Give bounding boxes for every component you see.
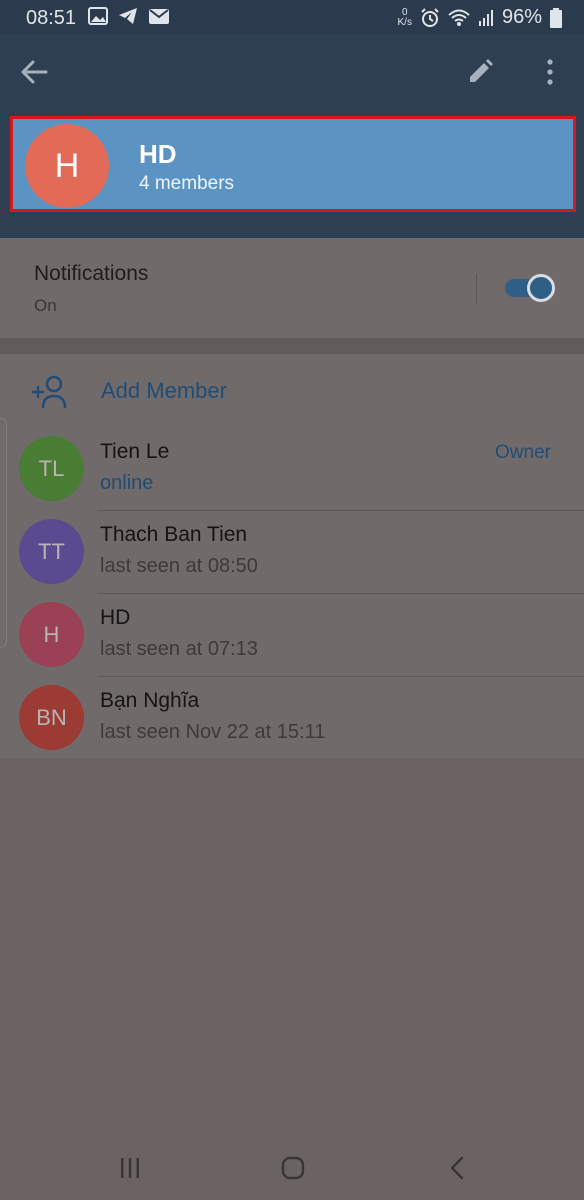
avatar: BN [19,685,84,750]
group-profile-header[interactable]: H HD 4 members [10,116,576,212]
edge-panel-handle[interactable] [0,418,7,648]
toggle-knob [527,274,555,302]
member-name: Bạn Nghĩa [100,689,200,712]
avatar: TL [19,436,84,501]
status-bar: 08:51 0 K/s 96% [0,0,584,34]
notifications-title: Notifications [34,262,149,285]
mail-icon [149,9,169,24]
net-speed: 0 K/s [397,6,412,28]
back-icon[interactable] [446,1156,470,1180]
wifi-icon [448,9,470,26]
add-member-label: Add Member [101,378,227,403]
notifications-toggle[interactable] [505,274,555,302]
system-icons: 0 K/s 96% [398,6,562,29]
signal-icon [478,9,493,26]
edit-button[interactable] [466,58,498,90]
member-row[interactable]: H HD last seen at 07:13 [0,594,584,677]
status-time: 08:51 [26,7,77,29]
alarm-icon [421,7,439,27]
battery-percent: 96% [501,6,542,28]
divider [476,274,477,304]
gallery-icon [88,7,108,25]
member-role-badge: Owner [495,442,551,463]
section-gap [0,338,584,354]
notifications-row[interactable]: Notifications On [0,238,584,338]
add-user-icon [32,375,67,409]
member-count: 4 members [139,173,235,194]
member-row[interactable]: TL Tien Le online Owner [0,428,584,511]
pencil-icon [470,59,493,82]
telegram-icon [119,8,137,24]
group-name: HD [139,139,177,169]
recents-icon[interactable] [118,1156,142,1180]
system-nav-bar [0,1136,584,1200]
avatar: H [19,602,84,667]
member-name: Tien Le [100,440,170,463]
members-section: Add Member TL Tien Le online Owner TT Th… [0,354,584,758]
more-vertical-icon [547,59,553,85]
back-arrow-icon [21,60,48,84]
member-status: last seen Nov 22 at 15:11 [100,721,326,743]
add-member-button[interactable]: Add Member [0,354,584,428]
member-status: last seen at 08:50 [100,555,258,577]
member-status: online [100,472,154,494]
home-icon[interactable] [281,1156,305,1180]
member-row[interactable]: TT Thach Ban Tien last seen at 08:50 [0,511,584,594]
more-options-button[interactable] [538,58,562,90]
notification-icons [88,7,170,25]
battery-icon [550,7,562,28]
notifications-status: On [34,296,57,315]
member-row[interactable]: BN Bạn Nghĩa last seen Nov 22 at 15:11 [0,677,584,760]
member-name: Thach Ban Tien [100,523,248,546]
avatar: TT [19,519,84,584]
member-name: HD [100,606,131,629]
back-button[interactable] [20,58,60,90]
member-status: last seen at 07:13 [100,638,258,660]
app-bar: H HD 4 members [0,34,584,238]
group-avatar: H [25,124,109,208]
